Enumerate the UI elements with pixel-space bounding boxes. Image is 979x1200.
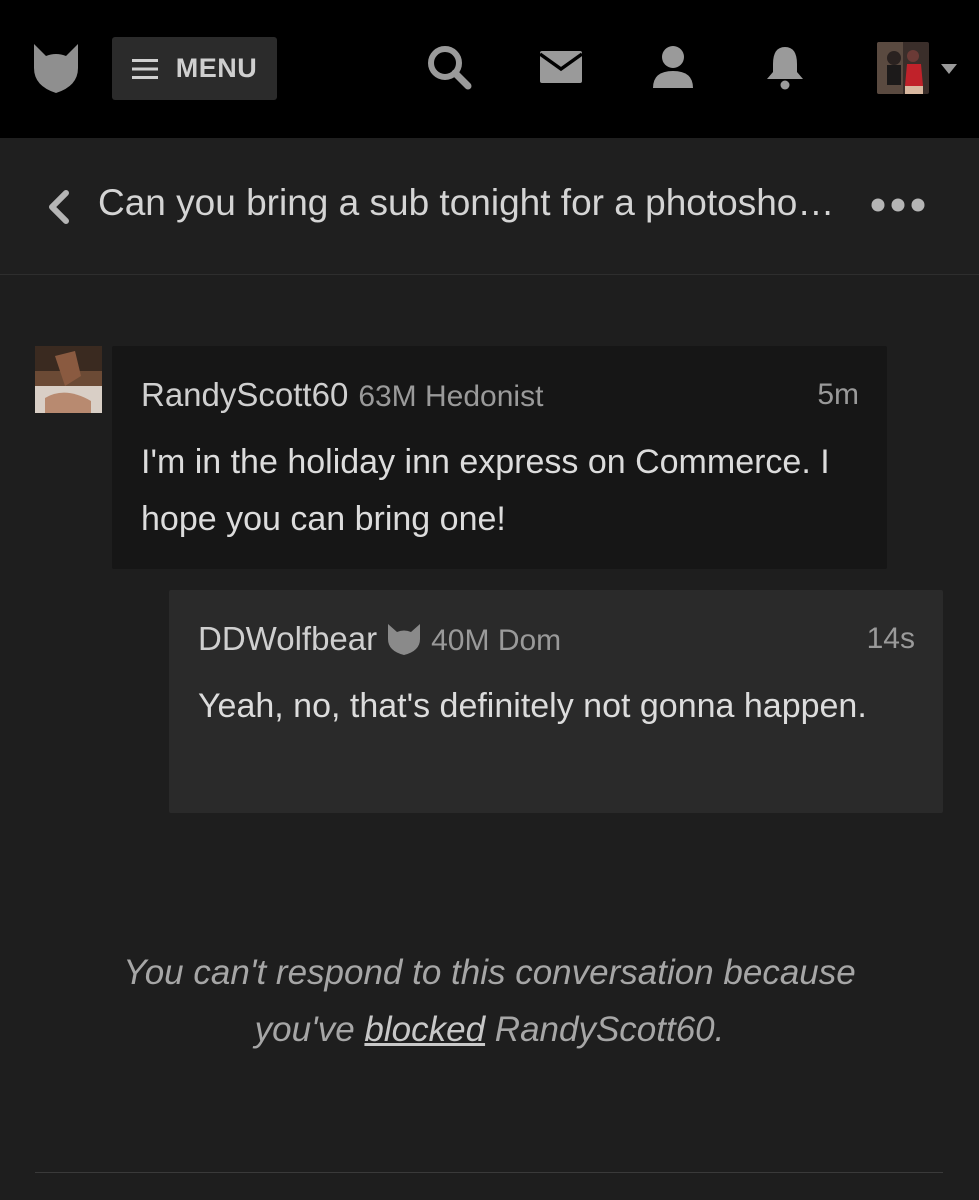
top-navigation-bar: MENU [0, 0, 979, 138]
message-timestamp: 14s [866, 622, 915, 655]
supporter-badge-icon [388, 624, 421, 655]
menu-button[interactable]: MENU [112, 37, 277, 100]
bell-icon[interactable] [762, 44, 808, 90]
menu-label: MENU [175, 53, 258, 83]
back-arrow-icon[interactable] [44, 189, 74, 225]
hamburger-icon [131, 58, 158, 79]
user-details: 63M Hedonist [358, 380, 544, 413]
message-bubble-received: RandyScott60 63M Hedonist 5m I'm in the … [112, 346, 887, 569]
blocked-notice-line2: you've blocked RandyScott60. [0, 1001, 979, 1058]
message-meta: RandyScott60 63M Hedonist [141, 376, 543, 414]
blocked-notice-prefix: you've [254, 1010, 365, 1049]
message-meta: DDWolfbear 40M Dom [198, 620, 561, 658]
conversation-header: Can you bring a sub tonight for a photos… [0, 138, 979, 275]
user-details: 40M Dom [431, 624, 562, 657]
chevron-down-icon[interactable] [941, 64, 957, 74]
message-text: Yeah, no, that's definitely not gonna ha… [198, 687, 867, 725]
message-timestamp: 5m [817, 378, 859, 411]
conversation-title: Can you bring a sub tonight for a photos… [98, 182, 835, 223]
blocked-notice-suffix: RandyScott60. [485, 1010, 725, 1049]
message-text: I'm in the holiday inn express on Commer… [141, 443, 830, 538]
search-icon[interactable] [426, 44, 472, 90]
avatar-photo [35, 346, 102, 413]
mail-icon[interactable] [538, 44, 584, 90]
blocked-notice-line1: You can't respond to this conversation b… [123, 953, 856, 992]
avatar-photo [877, 42, 929, 94]
username-link[interactable]: DDWolfbear [198, 620, 377, 658]
blocked-link[interactable]: blocked [364, 1010, 485, 1049]
user-avatar[interactable] [877, 42, 929, 94]
blocked-notice: You can't respond to this conversation b… [0, 944, 979, 1058]
logo-icon[interactable] [32, 42, 80, 94]
sender-avatar[interactable] [35, 346, 102, 413]
user-icon[interactable] [650, 44, 696, 90]
divider [35, 1172, 943, 1173]
more-options-icon[interactable] [870, 195, 926, 215]
username-link[interactable]: RandyScott60 [141, 376, 348, 414]
message-bubble-sent: DDWolfbear 40M Dom 14s Yeah, no, that's … [169, 590, 943, 813]
